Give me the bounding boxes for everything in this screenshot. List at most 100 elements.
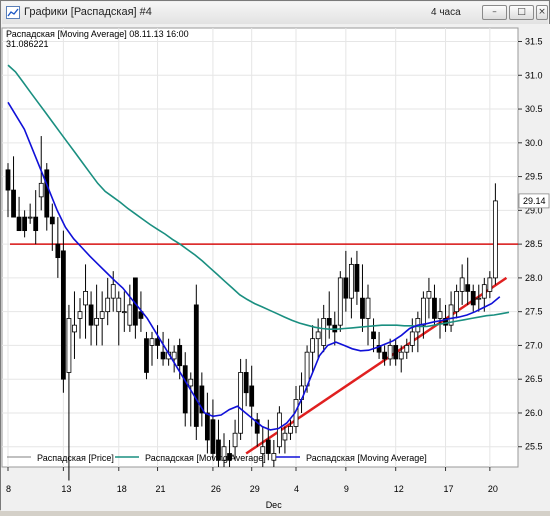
candle-body [354, 263, 360, 292]
candle-body [454, 290, 460, 313]
chart-value: 31.086221 [6, 39, 49, 49]
candle-body [371, 331, 376, 340]
candle-body [409, 331, 415, 346]
maximize-button[interactable]: □ [509, 5, 534, 20]
x-tick-label: 18 [117, 484, 127, 494]
candle-body [182, 365, 188, 414]
chart-window-icon [6, 6, 20, 19]
x-month-label: Dec [266, 500, 283, 510]
candle-body [27, 216, 33, 219]
y-tick-label: 31.5 [525, 37, 543, 47]
candle-body [238, 372, 244, 434]
candle-body [437, 311, 443, 319]
candle-body [171, 351, 177, 360]
candle-body [459, 277, 465, 292]
timeframe-label[interactable]: 4 часа [431, 7, 461, 18]
candle-body [204, 412, 210, 441]
candle-body [210, 419, 216, 454]
candle-body [110, 284, 116, 299]
chart-area[interactable]: 25.5 26.0 26.5 27.0 27.5 28.0 28.5 29.0 29.5 30.0… [1, 24, 550, 511]
candle-body [404, 345, 410, 353]
candle-body [481, 284, 487, 299]
candle-body [310, 338, 316, 353]
candle-body [49, 216, 55, 225]
title-bar[interactable]: Графики [Распадская] #4 4 часа – □ × [2, 2, 548, 25]
candle-body [88, 304, 94, 326]
candle-body [360, 297, 365, 319]
candle-body [326, 318, 332, 326]
candle-body [337, 277, 343, 326]
candle-body [393, 345, 399, 360]
candle-body [11, 189, 16, 218]
candle-body [60, 250, 66, 380]
chart-window: Графики [Распадская] #4 4 часа – □ × 25.… [0, 0, 550, 511]
window-title: Графики [Распадская] #4 [24, 6, 152, 18]
candle-body [160, 351, 166, 360]
last-price-label: 29.14 [523, 196, 546, 206]
candle-body [276, 412, 282, 448]
legend-price-label: Распадская [Price] [37, 453, 114, 463]
chart-header: Распадская [Moving Average] 08.11.13 16:… [6, 29, 189, 39]
x-tick-label: 8 [6, 484, 11, 494]
candle-body [387, 345, 393, 360]
y-tick-label: 29.5 [525, 172, 543, 182]
minimize-button[interactable]: – [482, 5, 507, 20]
candle-body [193, 304, 199, 427]
candle-body [321, 318, 327, 346]
x-tick-label: 4 [294, 484, 299, 494]
candle-body [382, 351, 388, 360]
x-tick-label: 21 [156, 484, 166, 494]
candle-body [66, 318, 72, 373]
candle-body [465, 284, 471, 292]
y-tick-label: 27.5 [525, 307, 543, 317]
candle-body [470, 290, 476, 306]
candle-body [77, 311, 83, 319]
y-tick-label: 31.0 [525, 70, 543, 80]
candle-body [121, 311, 127, 314]
candle-body [105, 297, 111, 313]
candle-body [492, 200, 498, 279]
candle-body [487, 277, 493, 292]
price-chart[interactable]: 25.526.026.527.027.528.028.529.029.530.0… [1, 24, 550, 511]
candle-body [38, 182, 44, 198]
y-tick-label: 26.5 [525, 374, 543, 384]
x-tick-label: 26 [211, 484, 221, 494]
candle-body [282, 432, 288, 441]
candle-body [83, 290, 88, 306]
candle-body [55, 243, 61, 259]
legend-ma-fast-label: Распадская [Moving Average] [306, 453, 427, 463]
candle-body [232, 432, 238, 448]
candle-body [149, 338, 155, 346]
candle-body [420, 297, 426, 326]
x-tick-label: 17 [444, 484, 454, 494]
legend: Распадская [Price] Распадская [Moving Av… [7, 453, 427, 463]
candle-body [365, 297, 371, 319]
candle-body [343, 277, 349, 299]
candle-body [426, 290, 432, 299]
candle-body [155, 338, 160, 346]
candle-body [99, 311, 105, 319]
candle-body [144, 338, 149, 373]
x-tick-label: 13 [61, 484, 71, 494]
candle-body [348, 263, 354, 299]
y-tick-label: 26.0 [525, 408, 543, 418]
close-button[interactable]: × [536, 5, 548, 20]
y-tick-label: 28.5 [525, 239, 543, 249]
candle-body [116, 297, 122, 313]
candle-body [476, 297, 482, 300]
candle-body [265, 439, 271, 454]
candle-body [243, 372, 249, 394]
candle-body [94, 318, 100, 326]
candle-body [5, 169, 11, 191]
candle-body [22, 216, 28, 232]
plot-background[interactable] [1, 27, 519, 468]
candle-body [315, 331, 321, 340]
x-tick-label: 29 [250, 484, 260, 494]
x-tick-label: 9 [344, 484, 349, 494]
candle-body [44, 169, 50, 218]
candle-body [33, 216, 39, 232]
candle-body [72, 324, 77, 333]
y-tick-label: 30.0 [525, 138, 543, 148]
candle-body [177, 345, 183, 367]
candle-body [16, 216, 22, 232]
